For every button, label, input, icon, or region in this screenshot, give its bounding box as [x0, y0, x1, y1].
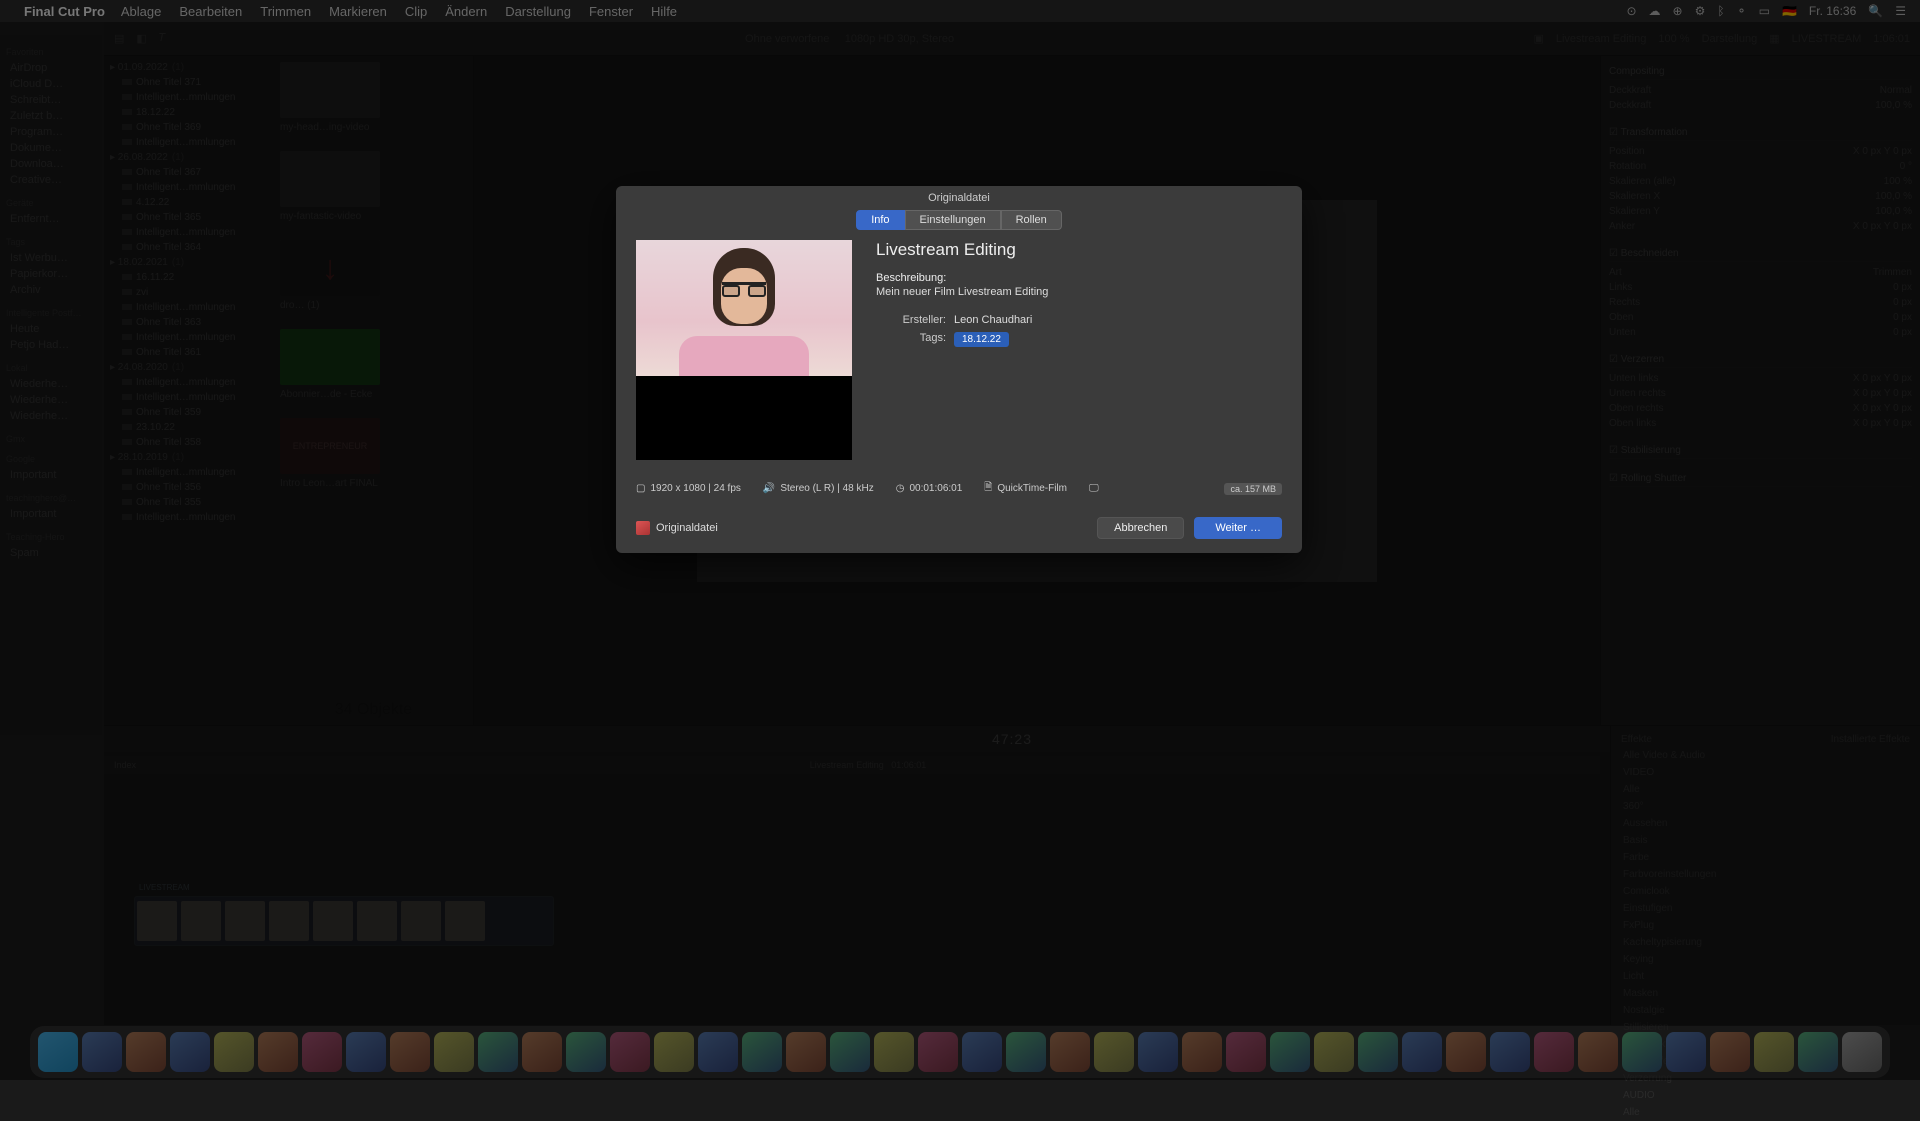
export-stats: ▢ 1920 x 1080 | 24 fps 🔊 Stereo (L R) | 48… — [616, 474, 1302, 507]
clock-icon: ◷ — [896, 483, 905, 494]
creator-value[interactable]: Leon Chaudhari — [954, 314, 1032, 326]
preview-image — [636, 240, 852, 376]
destination-label: Originaldatei — [656, 522, 718, 534]
effect-category[interactable]: AUDIO — [1617, 1087, 1914, 1104]
dialog-title: Originaldatei — [616, 186, 1302, 210]
destination[interactable]: Originaldatei — [636, 521, 718, 535]
creator-label: Ersteller: — [876, 314, 946, 326]
dialog-tabs: Info Einstellungen Rollen — [616, 210, 1302, 230]
filesize-badge: ca. 157 MB — [1224, 483, 1282, 495]
audio-icon: 🔊 — [763, 483, 775, 494]
export-dialog: Originaldatei Info Einstellungen Rollen … — [616, 186, 1302, 553]
codec-value: QuickTime-Film — [997, 483, 1067, 494]
tag-chip[interactable]: 18.12.22 — [954, 332, 1009, 347]
description-label: Beschreibung: — [876, 272, 1282, 284]
cancel-button[interactable]: Abbrechen — [1097, 517, 1184, 539]
destination-icon — [636, 521, 650, 535]
description-text[interactable]: Mein neuer Film Livestream Editing — [876, 286, 1282, 298]
effect-category[interactable]: Alle — [1617, 1104, 1914, 1121]
device-icon: 🖵 — [1089, 483, 1099, 494]
resolution-value: 1920 x 1080 | 24 fps — [650, 483, 740, 494]
next-button[interactable]: Weiter … — [1194, 517, 1282, 539]
tab-roles[interactable]: Rollen — [1001, 210, 1062, 230]
tags-label: Tags: — [876, 332, 946, 347]
clip-title: Livestream Editing — [876, 240, 1282, 260]
file-icon: 🗎 — [984, 480, 992, 497]
audio-value: Stereo (L R) | 48 kHz — [780, 483, 873, 494]
tab-info[interactable]: Info — [856, 210, 904, 230]
video-icon: ▢ — [636, 483, 645, 494]
duration-value: 00:01:06:01 — [909, 483, 962, 494]
preview-thumbnail — [636, 240, 852, 460]
tab-settings[interactable]: Einstellungen — [905, 210, 1001, 230]
